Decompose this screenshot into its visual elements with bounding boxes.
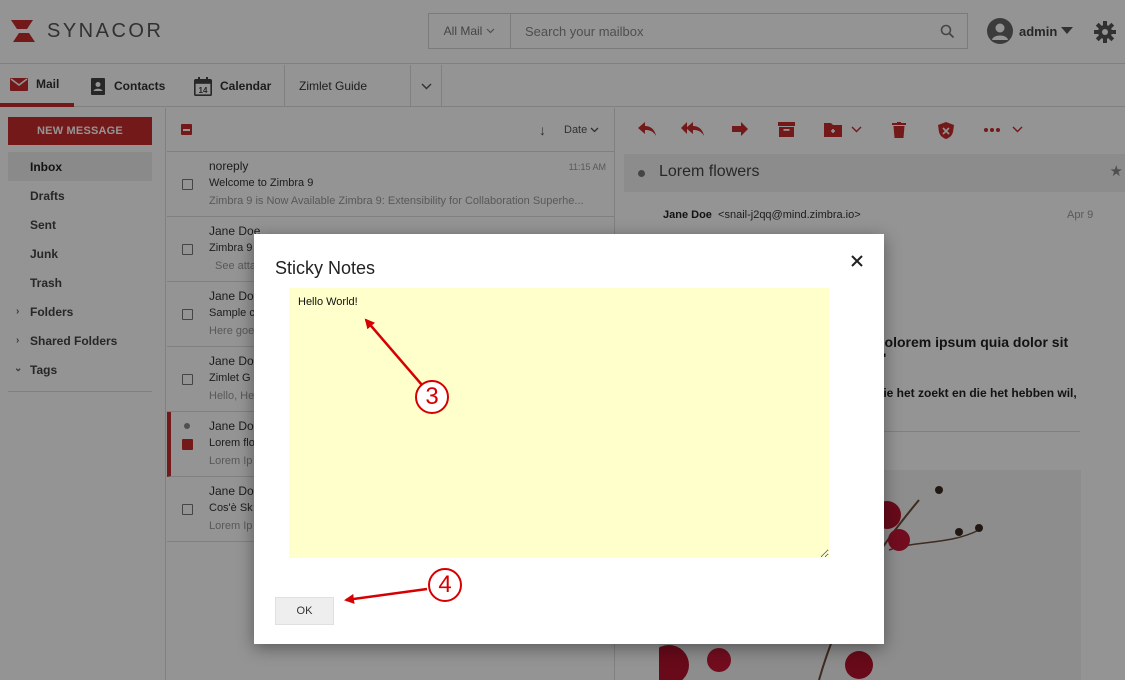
sticky-note-textarea[interactable]: Hello World! — [289, 288, 829, 558]
annotation-step-3: 3 — [415, 380, 449, 414]
annotation-step-4: 4 — [428, 568, 462, 602]
sticky-notes-dialog: Sticky Notes Hello World! OK — [254, 234, 884, 644]
dialog-title: Sticky Notes — [275, 258, 376, 278]
close-icon — [851, 255, 863, 267]
close-button[interactable] — [849, 253, 865, 269]
ok-button[interactable]: OK — [275, 597, 334, 625]
